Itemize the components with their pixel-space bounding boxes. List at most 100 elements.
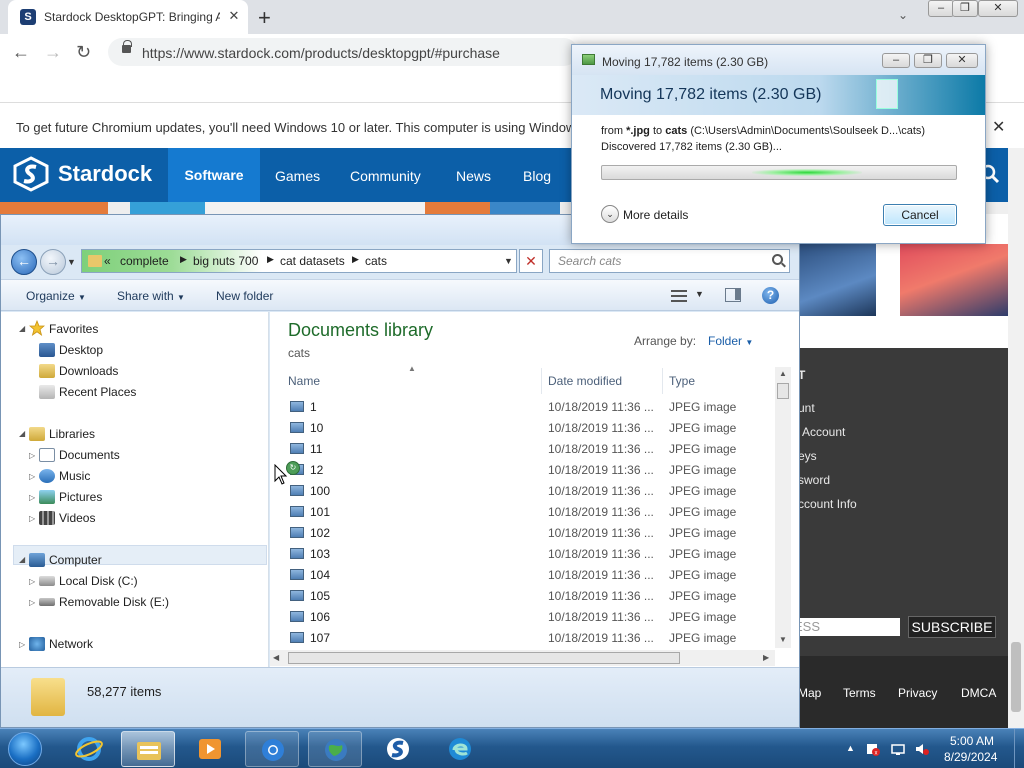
new-tab-icon[interactable]: + xyxy=(258,5,271,31)
chevron-down-icon[interactable]: ⌄ xyxy=(898,8,908,22)
recent-pages-dropdown-icon[interactable]: ▼ xyxy=(67,257,76,267)
tree-network[interactable]: Network xyxy=(49,637,93,651)
file-row[interactable]: 104 10/18/2019 11:36 ... JPEG image xyxy=(284,565,770,586)
address-bar[interactable]: https://www.stardock.com/products/deskto… xyxy=(108,38,578,66)
file-row[interactable]: 107 10/18/2019 11:36 ... JPEG image xyxy=(284,628,770,649)
forward-arrow-icon[interactable]: → xyxy=(40,249,66,275)
scroll-left-icon[interactable]: ◀ xyxy=(273,653,279,662)
tree-recent-places[interactable]: Recent Places xyxy=(59,385,136,399)
clear-address-icon[interactable]: ✕ xyxy=(519,249,543,273)
view-options-icon[interactable] xyxy=(671,290,687,302)
taskbar-edge[interactable] xyxy=(433,731,487,767)
new-folder-button[interactable]: New folder xyxy=(216,289,273,303)
breadcrumb-cats[interactable]: cats xyxy=(365,254,387,268)
taskbar-globe-app[interactable] xyxy=(308,731,362,767)
reload-icon[interactable]: ↻ xyxy=(76,42,91,63)
action-center-warning-icon[interactable]: x xyxy=(866,742,880,756)
footer-link-privacy[interactable]: Privacy xyxy=(898,686,937,700)
expand-details-icon[interactable]: ⌄ xyxy=(601,205,619,223)
search-input[interactable]: Search cats xyxy=(549,249,790,273)
expand-arrow-icon[interactable]: ▷ xyxy=(19,640,25,649)
file-list-vertical-scrollbar[interactable]: ▲ ▼ xyxy=(775,367,791,648)
restore-icon[interactable]: ❐ xyxy=(914,53,942,68)
scroll-down-icon[interactable]: ▼ xyxy=(779,635,787,644)
file-row[interactable]: 103 10/18/2019 11:36 ... JPEG image xyxy=(284,544,770,565)
column-header-type[interactable]: Type xyxy=(669,374,695,388)
file-list-horizontal-scrollbar[interactable]: ◀ ▶ xyxy=(270,650,775,666)
tree-removable-disk[interactable]: Removable Disk (E:) xyxy=(59,595,169,609)
breadcrumb-separator-icon[interactable]: ▶ xyxy=(180,254,187,265)
expand-arrow-icon[interactable]: ▷ xyxy=(29,598,35,607)
footer-link[interactable]: eys xyxy=(798,449,817,463)
tree-favorites[interactable]: Favorites xyxy=(49,322,98,336)
network-status-icon[interactable] xyxy=(891,742,905,756)
taskbar-stardock-app[interactable] xyxy=(371,731,425,767)
tree-pictures[interactable]: Pictures xyxy=(59,490,102,504)
product-thumbnail[interactable] xyxy=(900,244,1008,316)
close-tab-icon[interactable]: ✕ xyxy=(226,8,242,24)
tree-downloads[interactable]: Downloads xyxy=(59,364,118,378)
column-header-date[interactable]: Date modified xyxy=(548,374,622,388)
clock-time[interactable]: 5:00 AM xyxy=(950,734,994,748)
scrollbar-thumb[interactable] xyxy=(777,383,789,399)
back-arrow-icon[interactable]: ← xyxy=(11,249,37,275)
footer-link[interactable]: unt xyxy=(798,401,815,415)
tree-desktop[interactable]: Desktop xyxy=(59,343,103,357)
nav-software[interactable]: Software xyxy=(168,148,260,202)
expand-arrow-icon[interactable]: ▷ xyxy=(29,472,35,481)
share-with-button[interactable]: Share with ▼ xyxy=(117,289,185,303)
chevron-down-icon[interactable]: ▼ xyxy=(504,256,513,266)
more-details-toggle[interactable]: More details xyxy=(623,208,688,222)
preview-pane-icon[interactable] xyxy=(725,288,741,302)
file-row[interactable]: 106 10/18/2019 11:36 ... JPEG image xyxy=(284,607,770,628)
chevron-down-icon[interactable]: ▼ xyxy=(695,289,704,299)
show-hidden-icons-icon[interactable]: ▲ xyxy=(846,743,855,753)
expand-arrow-icon[interactable]: ▷ xyxy=(29,451,35,460)
nav-blog[interactable]: Blog xyxy=(523,168,551,184)
nav-community[interactable]: Community xyxy=(350,168,421,184)
arrange-by-dropdown[interactable]: Folder ▼ xyxy=(708,334,753,348)
dialog-titlebar[interactable]: Moving 17,782 items (2.30 GB) – ❐ ✕ xyxy=(572,45,985,75)
organize-button[interactable]: Organize ▼ xyxy=(26,289,86,303)
footer-link[interactable]: ccount Info xyxy=(798,497,857,511)
file-row[interactable]: 100 10/18/2019 11:36 ... JPEG image xyxy=(284,481,770,502)
file-row[interactable]: 1 10/18/2019 11:36 ... JPEG image xyxy=(284,397,770,418)
show-desktop-button[interactable] xyxy=(1014,729,1024,768)
file-row[interactable]: 11 10/18/2019 11:36 ... JPEG image xyxy=(284,439,770,460)
close-window-icon[interactable]: ✕ xyxy=(946,53,978,68)
column-divider[interactable] xyxy=(541,368,542,394)
taskbar-chromium[interactable] xyxy=(245,731,299,767)
page-scrollbar[interactable] xyxy=(1008,148,1024,728)
page-scrollbar-thumb[interactable] xyxy=(1011,642,1021,712)
restore-icon[interactable]: ❐ xyxy=(952,0,978,17)
expand-arrow-icon[interactable]: ▷ xyxy=(29,577,35,586)
tree-libraries[interactable]: Libraries xyxy=(49,427,95,441)
search-icon[interactable] xyxy=(772,254,783,265)
file-row[interactable]: 105 10/18/2019 11:36 ... JPEG image xyxy=(284,586,770,607)
tree-computer[interactable]: Computer xyxy=(49,553,102,567)
footer-link-dmca[interactable]: DMCA xyxy=(961,686,996,700)
scroll-up-icon[interactable]: ▲ xyxy=(779,369,787,378)
product-thumbnail[interactable] xyxy=(790,244,876,316)
breadcrumb-separator-icon[interactable]: ▶ xyxy=(352,254,359,265)
forward-arrow-icon[interactable]: → xyxy=(44,42,62,63)
column-divider[interactable] xyxy=(662,368,663,394)
close-window-icon[interactable]: ✕ xyxy=(978,0,1018,17)
tree-documents[interactable]: Documents xyxy=(59,448,120,462)
footer-link[interactable]: sword xyxy=(798,473,830,487)
breadcrumb-complete[interactable]: complete xyxy=(120,254,169,268)
tree-videos[interactable]: Videos xyxy=(59,511,95,525)
minimize-icon[interactable]: – xyxy=(928,0,954,17)
expand-arrow-icon[interactable]: ▷ xyxy=(29,514,35,523)
scrollbar-thumb[interactable] xyxy=(288,652,680,664)
breadcrumb-separator-icon[interactable]: ▶ xyxy=(267,254,274,265)
windows-start-icon[interactable] xyxy=(8,732,42,766)
breadcrumb-overflow[interactable]: « xyxy=(104,254,111,268)
clock-date[interactable]: 8/29/2024 xyxy=(944,750,997,764)
subscribe-button[interactable]: SUBSCRIBE xyxy=(908,616,996,638)
file-row[interactable]: 102 10/18/2019 11:36 ... JPEG image xyxy=(284,523,770,544)
destination-folder-link[interactable]: cats xyxy=(665,125,687,137)
column-header-name[interactable]: Name xyxy=(288,374,320,388)
footer-link-terms[interactable]: Terms xyxy=(843,686,876,700)
footer-link-sitemap[interactable]: Map xyxy=(798,686,821,700)
